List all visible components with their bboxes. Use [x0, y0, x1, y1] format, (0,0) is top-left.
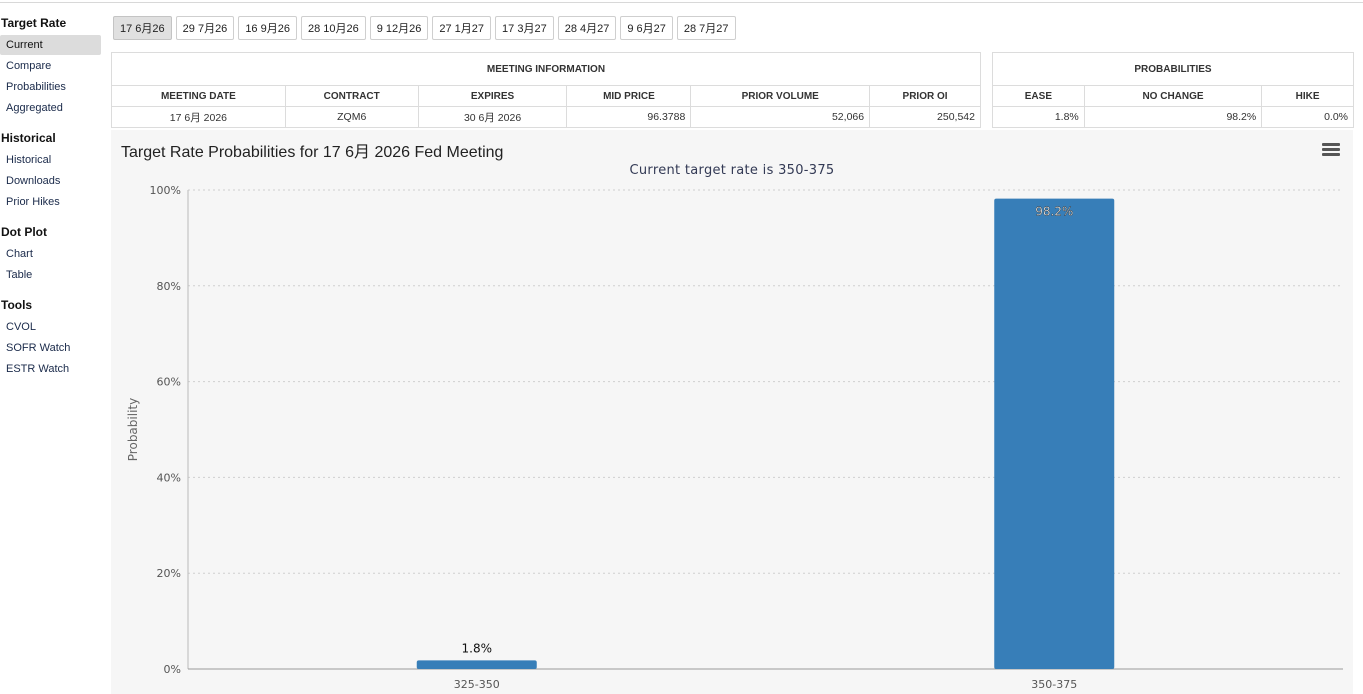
x-tick-label: 350-375	[1031, 678, 1077, 691]
y-tick-label: 40%	[157, 471, 181, 484]
y-tick-label: 0%	[164, 663, 181, 676]
sidebar-item-table[interactable]: Table	[0, 265, 101, 285]
cell-mid-price: 96.3788	[566, 106, 692, 128]
cell-prior-volume: 52,066	[690, 106, 871, 128]
tab-meeting-8[interactable]: 9 6月27	[620, 16, 673, 40]
sidebar-item-prior-hikes[interactable]: Prior Hikes	[0, 192, 101, 212]
cell-ease: 1.8%	[992, 106, 1085, 128]
sidebar-section-tools: Tools	[1, 298, 33, 312]
bar-325-350	[416, 660, 537, 669]
sidebar-item-historical[interactable]: Historical	[0, 150, 101, 170]
y-tick-label: 100%	[150, 184, 181, 197]
table-row: 1.8% 98.2% 0.0%	[992, 106, 1354, 128]
cell-hike: 0.0%	[1261, 106, 1354, 128]
sidebar-item-downloads[interactable]: Downloads	[0, 171, 101, 191]
chart-panel: 0% 20% 40% 60% 80% 100% Probability 325-350 1.8%…	[111, 130, 1353, 694]
col-meeting-date: MEETING DATE	[111, 85, 286, 107]
col-no-change: NO CHANGE	[1083, 85, 1263, 107]
sidebar-item-sofr-watch[interactable]: SOFR Watch	[0, 338, 101, 358]
tab-meeting-9[interactable]: 28 7月27	[676, 16, 736, 40]
y-tick-label: 60%	[157, 376, 181, 389]
sidebar-section-target-rate: Target Rate	[1, 16, 67, 30]
meeting-information-header: MEETING INFORMATION	[111, 52, 981, 86]
sidebar-section-dot-plot: Dot Plot	[1, 225, 47, 239]
sidebar-nav: Target Rate Current Compare Probabilities Ag…	[0, 14, 102, 380]
tab-meeting-5[interactable]: 27 1月27	[432, 16, 492, 40]
probabilities-table: PROBABILITIES EASE NO CHANGE HIKE 1.8% 9…	[992, 52, 1354, 128]
tab-meeting-2[interactable]: 16 9月26	[238, 16, 297, 40]
chart-menu-icon[interactable]	[1322, 143, 1340, 157]
cell-meeting-date: 17 6月 2026	[111, 106, 286, 128]
cell-prior-oi: 250,542	[869, 106, 981, 128]
tab-meeting-3[interactable]: 28 10月26	[300, 16, 366, 40]
probabilities-header: PROBABILITIES	[992, 52, 1354, 86]
data-label: 98.2%	[1035, 205, 1073, 219]
col-expires: EXPIRES	[417, 85, 568, 107]
cell-contract: ZQM6	[284, 106, 419, 128]
tab-meeting-4[interactable]: 9 12月26	[369, 16, 429, 40]
cell-expires: 30 6月 2026	[417, 106, 568, 128]
tab-meeting-7[interactable]: 28 4月27	[557, 16, 617, 40]
table-row: 17 6月 2026 ZQM6 30 6月 2026 96.3788 52,06…	[111, 106, 981, 128]
y-tick-label: 80%	[157, 280, 181, 293]
x-tick-label: 325-350	[454, 678, 500, 691]
data-label: 1.8%	[462, 641, 493, 655]
col-prior-oi: PRIOR OI	[869, 85, 981, 107]
y-tick-label: 20%	[157, 567, 181, 580]
col-contract: CONTRACT	[284, 85, 419, 107]
sidebar-item-aggregated[interactable]: Aggregated	[0, 98, 101, 118]
cell-no-change: 98.2%	[1083, 106, 1263, 128]
sidebar-item-probabilities[interactable]: Probabilities	[0, 77, 101, 97]
col-hike: HIKE	[1261, 85, 1354, 107]
tab-meeting-6[interactable]: 17 3月27	[495, 16, 554, 40]
tab-meeting-1[interactable]: 29 7月26	[175, 16, 235, 40]
y-axis-label: Probability	[126, 398, 140, 461]
col-mid-price: MID PRICE	[566, 85, 692, 107]
sidebar-section-historical: Historical	[1, 131, 56, 145]
top-divider	[0, 0, 1363, 3]
chart-title: Target Rate Probabilities for 17 6月 2026…	[121, 144, 504, 161]
bar-350-375	[994, 198, 1115, 669]
sidebar-item-cvol[interactable]: CVOL	[0, 317, 101, 337]
sidebar-item-compare[interactable]: Compare	[0, 56, 101, 76]
sidebar-item-chart[interactable]: Chart	[0, 244, 101, 264]
col-ease: EASE	[992, 85, 1085, 107]
sidebar-item-estr-watch[interactable]: ESTR Watch	[0, 359, 101, 379]
col-prior-volume: PRIOR VOLUME	[690, 85, 871, 107]
meeting-date-tabs: 17 6月26 29 7月26 16 9月26 28 10月26 9 12月26 27 1…	[113, 16, 736, 40]
chart-subtitle: Current target rate is 350-375	[629, 163, 835, 178]
meeting-information-table: MEETING INFORMATION MEETING DATE CONTRAC…	[111, 52, 981, 128]
tab-meeting-0[interactable]: 17 6月26	[113, 16, 172, 40]
probability-bar-chart: 0% 20% 40% 60% 80% 100% Probability 325-350 1.8%…	[126, 184, 1343, 691]
sidebar-item-current[interactable]: Current	[0, 35, 101, 55]
